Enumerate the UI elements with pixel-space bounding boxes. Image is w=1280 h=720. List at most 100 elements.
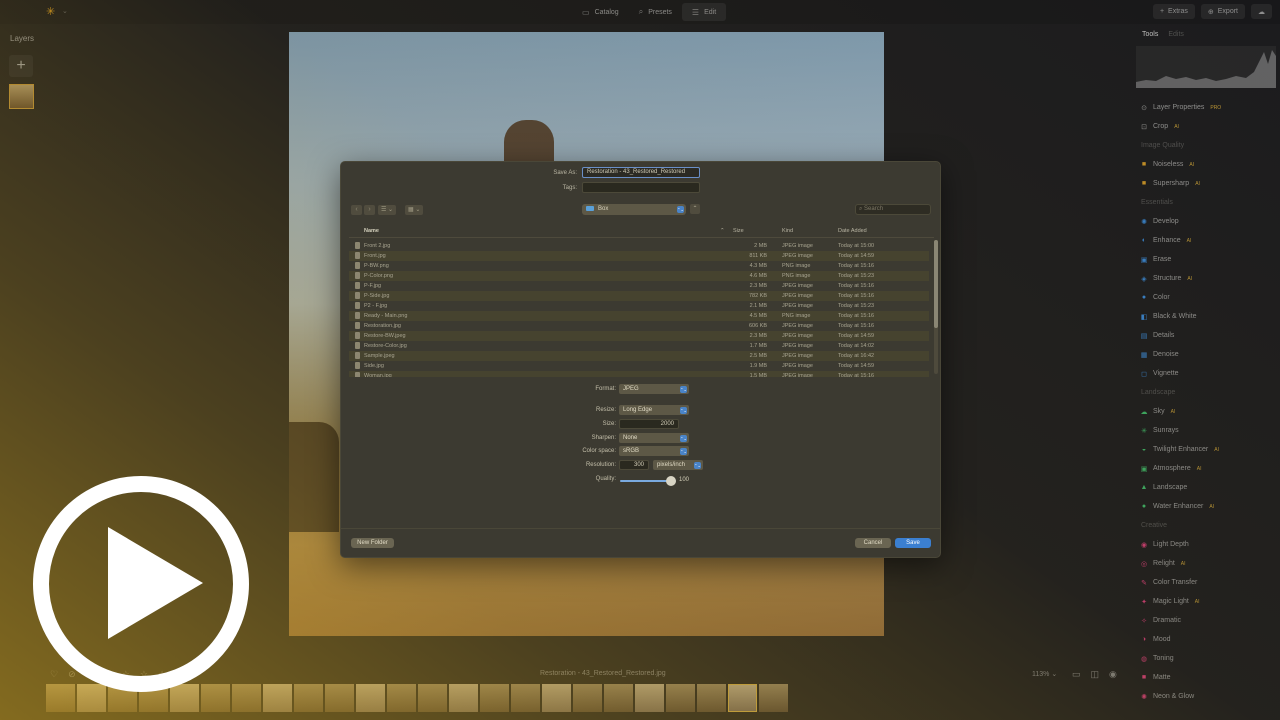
search-input[interactable]: ⌕ Search [855, 204, 931, 215]
file-row[interactable]: P-BW.png 4.3 MB PNG image Today at 15:16 [349, 261, 929, 271]
filmstrip-thumbnail[interactable] [294, 684, 323, 712]
column-kind[interactable]: Kind [782, 228, 793, 234]
tool-item[interactable]: ✦ Magic Light AI [1138, 592, 1278, 611]
extras-button[interactable]: + Extras [1152, 4, 1195, 19]
tab-edit[interactable]: ☰ Edit [681, 3, 727, 21]
sharpen-select[interactable]: None ⌃⌄ [619, 433, 689, 443]
filmstrip-thumbnail[interactable] [697, 684, 726, 712]
tab-edits[interactable]: Edits [1168, 31, 1184, 38]
cancel-button[interactable]: Cancel [855, 538, 891, 548]
tool-item[interactable]: ■ Matte [1138, 668, 1278, 687]
tool-item[interactable]: ▤ Details [1138, 326, 1278, 345]
tool-item[interactable]: ▦ Denoise [1138, 345, 1278, 364]
filmstrip-thumbnail[interactable] [263, 684, 292, 712]
file-row[interactable]: Side.jpg 1.9 MB JPEG image Today at 14:59 [349, 361, 929, 371]
sort-chevron-icon[interactable]: ⌃ [720, 228, 725, 234]
filmstrip-thumbnail[interactable] [201, 684, 230, 712]
filmstrip-thumbnail[interactable] [325, 684, 354, 712]
tool-item[interactable]: ✧ Dramatic [1138, 611, 1278, 630]
tool-item[interactable]: ▲ Landscape [1138, 478, 1278, 497]
tool-item[interactable]: ◻ Vignette [1138, 364, 1278, 383]
app-logo-icon[interactable]: ✳ [46, 6, 58, 18]
file-row[interactable]: Woman.jpg 1.5 MB JPEG image Today at 15:16 [349, 371, 929, 377]
reject-icon[interactable]: ⊘ [68, 669, 76, 680]
filmstrip-thumbnail[interactable] [77, 684, 106, 712]
filmstrip-thumbnail[interactable] [759, 684, 788, 712]
save-button[interactable]: Save [895, 538, 931, 548]
filmstrip-thumbnail[interactable] [449, 684, 478, 712]
tags-field[interactable] [582, 182, 700, 193]
file-row[interactable]: P-Color.png 4.6 MB PNG image Today at 15:23 [349, 271, 929, 281]
filmstrip-thumbnail[interactable] [356, 684, 385, 712]
tool-item[interactable]: ● Color [1138, 288, 1278, 307]
tool-item[interactable]: ● Water Enhancer AI [1138, 497, 1278, 516]
collapse-chevron-icon[interactable]: ⌃ [690, 204, 700, 214]
filmstrip-thumbnail[interactable] [635, 684, 664, 712]
file-list-scrollbar[interactable] [934, 240, 938, 374]
tool-item[interactable]: ◒ Twilight Enhancer AI [1138, 440, 1278, 459]
group-view-button[interactable]: ▦ ⌄ [405, 205, 424, 215]
filmstrip-thumbnail[interactable] [232, 684, 261, 712]
tool-item[interactable]: ⊡ Crop AI [1138, 117, 1278, 136]
split-view-icon[interactable]: ◫ [1091, 669, 1100, 680]
tool-item[interactable]: ■ Supersharp AI [1138, 174, 1278, 193]
tool-item[interactable]: ☁ Sky AI [1138, 402, 1278, 421]
file-row[interactable]: Front.jpg 811 KB JPEG image Today at 14:59 [349, 251, 929, 261]
file-row[interactable]: Restore-Color.jpg 1.7 MB JPEG image Today a… [349, 341, 929, 351]
filmstrip-thumbnail[interactable] [418, 684, 447, 712]
filmstrip-thumbnail[interactable] [511, 684, 540, 712]
column-size[interactable]: Size [733, 228, 744, 234]
compare-view-icon[interactable]: ▭ [1072, 669, 1081, 680]
scrollbar-thumb[interactable] [934, 240, 938, 328]
resolution-field[interactable]: 300 [619, 460, 649, 470]
tool-item[interactable]: ▣ Erase [1138, 250, 1278, 269]
filmstrip-thumbnail[interactable] [666, 684, 695, 712]
color-space-select[interactable]: sRGB ⌃⌄ [619, 446, 689, 456]
column-name[interactable]: Name [364, 228, 379, 234]
tool-item[interactable]: ◧ Black & White [1138, 307, 1278, 326]
filmstrip-thumbnail[interactable] [46, 684, 75, 712]
tab-tools[interactable]: Tools [1142, 31, 1158, 38]
cloud-button[interactable]: ☁ [1251, 4, 1272, 19]
tool-item[interactable]: ✳ Sunrays [1138, 421, 1278, 440]
tool-item[interactable]: ◐ Enhance AI [1138, 231, 1278, 250]
resize-select[interactable]: Long Edge ⌃⌄ [619, 405, 689, 415]
tool-item[interactable]: ■ Noiseless AI [1138, 155, 1278, 174]
tool-item[interactable]: ◑ Mood [1138, 630, 1278, 649]
tool-item[interactable]: ⊙ Layer Properties PRO [1138, 98, 1278, 117]
file-row[interactable]: P-F.jpg 2.3 MB JPEG image Today at 15:16 [349, 281, 929, 291]
resolution-unit-select[interactable]: pixels/inch ⌃⌄ [653, 460, 703, 470]
tool-item[interactable]: ◎ Relight AI [1138, 554, 1278, 573]
filmstrip-thumbnail[interactable] [387, 684, 416, 712]
tool-item[interactable]: ✺ Neon & Glow [1138, 687, 1278, 706]
file-row[interactable]: P-Side.jpg 782 KB JPEG image Today at 15:16 [349, 291, 929, 301]
format-select[interactable]: JPEG ⌃⌄ [619, 384, 689, 394]
file-row[interactable]: Restoration.jpg 606 KB JPEG image Today at … [349, 321, 929, 331]
filmstrip-thumbnail[interactable] [728, 684, 757, 712]
list-view-button[interactable]: ☰ ⌄ [378, 205, 397, 215]
filmstrip-thumbnail[interactable] [573, 684, 602, 712]
file-row[interactable]: Sample.jpeg 2.5 MB JPEG image Today at 16:4… [349, 351, 929, 361]
preview-eye-icon[interactable]: ◉ [1109, 669, 1117, 680]
file-row[interactable]: P2 - F.jpg 2.1 MB JPEG image Today at 15:23 [349, 301, 929, 311]
add-layer-button[interactable]: + [9, 55, 33, 77]
filmstrip-thumbnail[interactable] [480, 684, 509, 712]
tab-catalog[interactable]: ▭ Catalog [572, 3, 629, 21]
layer-thumbnail[interactable] [9, 84, 34, 109]
back-chevron-icon[interactable]: ‹ [351, 205, 362, 215]
export-button[interactable]: ⊕ Export [1200, 4, 1245, 19]
column-date[interactable]: Date Added [838, 228, 867, 234]
tab-presets[interactable]: ⌕ Presets [629, 3, 682, 21]
forward-chevron-icon[interactable]: › [364, 205, 375, 215]
save-as-field[interactable]: Restoration - 43_Restored_Restored [582, 167, 700, 178]
filmstrip-thumbnail[interactable] [542, 684, 571, 712]
file-row[interactable]: Front 2.jpg 2 MB JPEG image Today at 15:00 [349, 241, 929, 251]
tool-item[interactable]: ✺ Develop [1138, 212, 1278, 231]
zoom-level[interactable]: 113% ⌄ [1032, 670, 1057, 678]
size-field[interactable]: 2000 [619, 419, 679, 429]
file-row[interactable]: Ready - Main.png 4.5 MB PNG image Today at … [349, 311, 929, 321]
favorite-icon[interactable]: ♡ [50, 669, 58, 680]
new-folder-button[interactable]: New Folder [351, 538, 394, 548]
file-row[interactable]: Restore-BW.jpeg 2.3 MB JPEG image Today at … [349, 331, 929, 341]
filmstrip-thumbnail[interactable] [604, 684, 633, 712]
